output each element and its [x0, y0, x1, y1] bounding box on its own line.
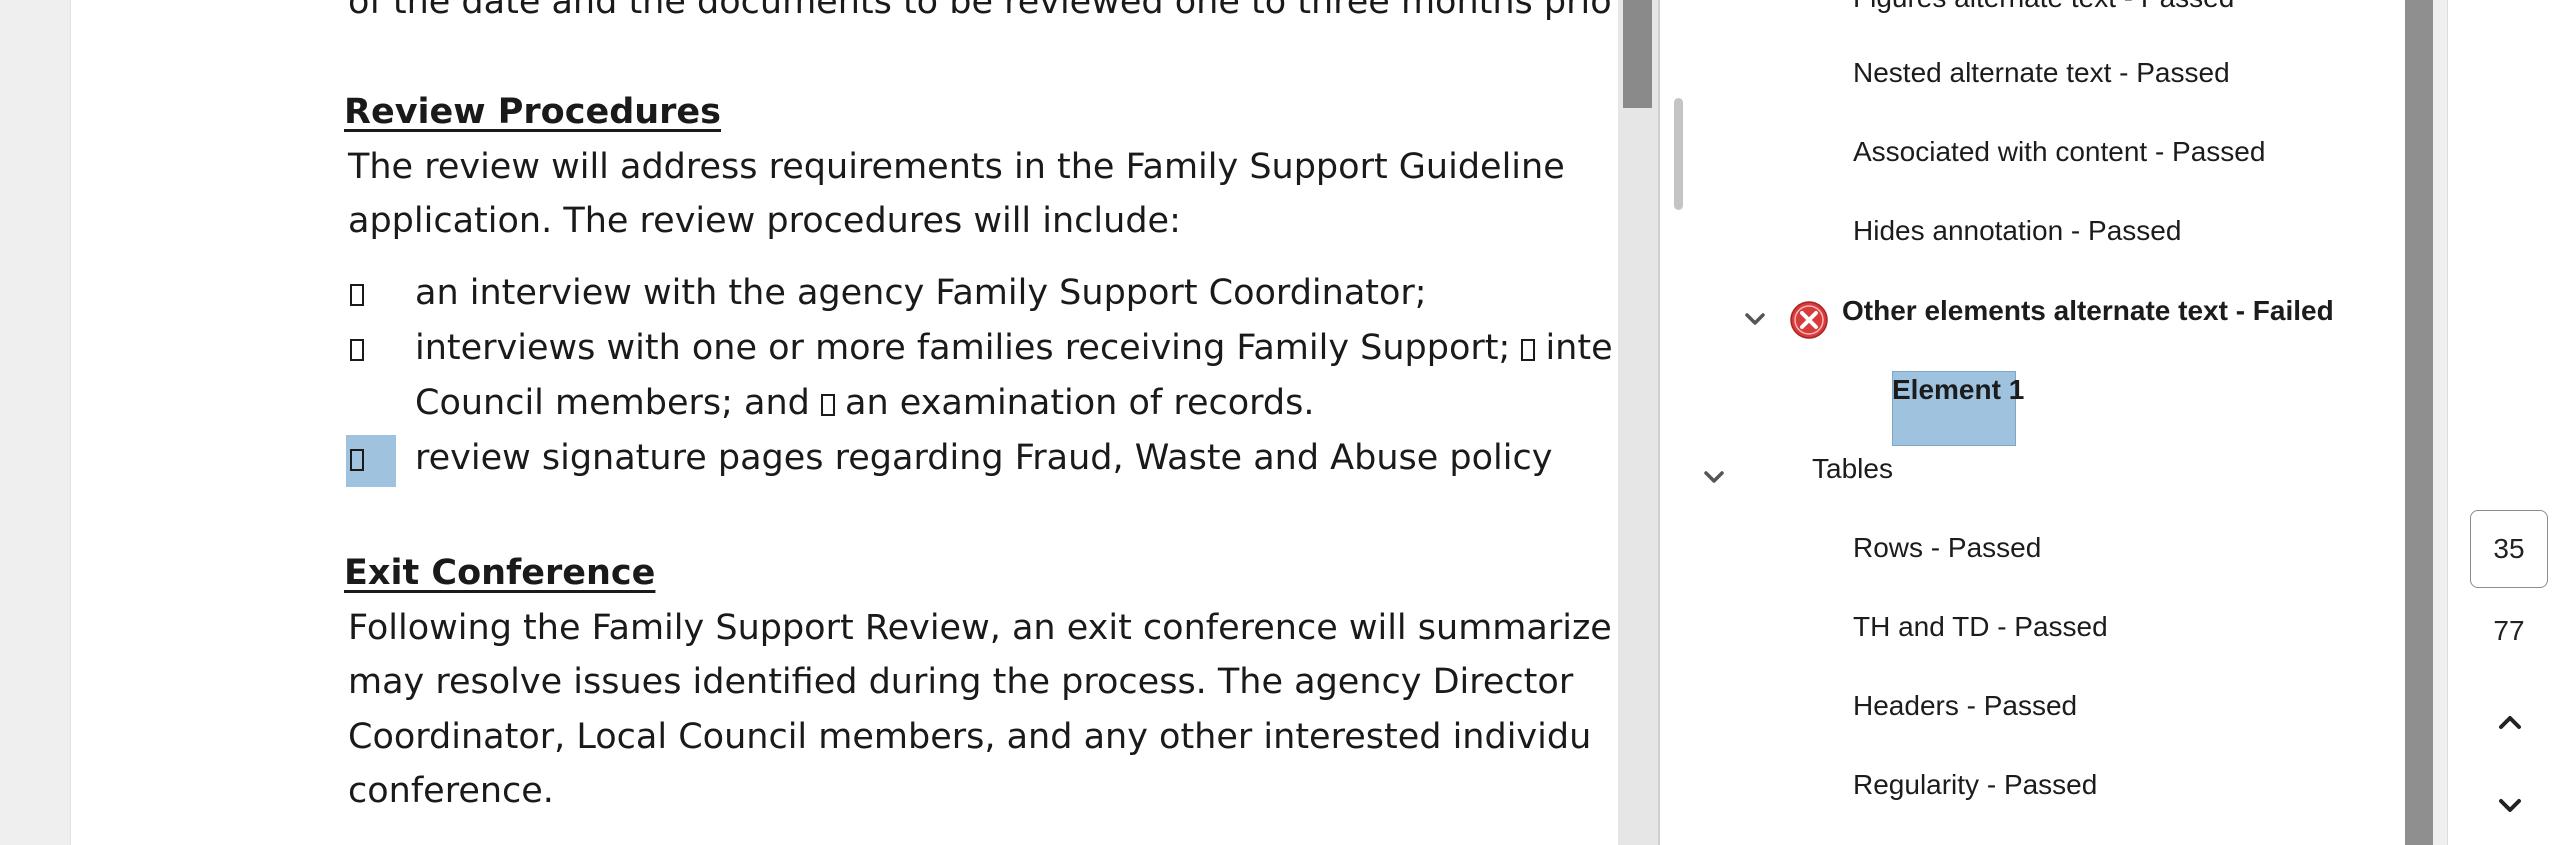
bullet-item-2-line-1: interviews with one or more families rec… [415, 328, 1613, 368]
total-pages-label: 77 [2493, 615, 2525, 646]
bullet-item-3: review signature pages regarding Fraud, … [415, 438, 1553, 478]
bullet-glyph [350, 449, 364, 475]
document-scrollbar-thumb[interactable] [1623, 0, 1652, 108]
review-para-line-2: application. The review procedures will … [348, 201, 1181, 241]
next-page-icon[interactable] [2496, 792, 2524, 820]
tree-item-th-and-td[interactable]: TH and TD - Passed [1853, 611, 2108, 643]
panel-scrollbar-track[interactable] [2405, 0, 2433, 845]
chevron-down-icon[interactable] [1742, 306, 1768, 332]
tree-item-rows[interactable]: Rows - Passed [1853, 532, 2041, 564]
current-page-input[interactable]: 35 [2470, 510, 2548, 588]
document-gutter [0, 0, 70, 845]
exit-para-line-4: conference. [348, 771, 554, 811]
bullet-item-1: an interview with the agency Family Supp… [415, 273, 1427, 313]
bullet-glyph [350, 339, 364, 365]
chevron-down-icon[interactable] [1701, 464, 1727, 490]
bullet-glyph [821, 394, 836, 416]
failed-status-icon [1790, 301, 1828, 339]
tree-item-associated-with-content[interactable]: Associated with content - Passed [1853, 136, 2265, 168]
tree-item-other-elements-alt-text[interactable]: Other elements alternate text - Failed [1842, 295, 2334, 327]
exit-para-line-3: Coordinator, Local Council members, and … [348, 717, 1592, 757]
tree-item-tables[interactable]: Tables [1812, 453, 1893, 485]
bullet-item-2-line-2: Council members; and an examination of r… [415, 383, 1315, 423]
exit-para-line-2: may resolve issues identified during the… [348, 662, 1574, 702]
tree-item-regularity[interactable]: Regularity - Passed [1853, 769, 2097, 801]
tree-item-nested-alt-text[interactable]: Nested alternate text - Passed [1853, 57, 2230, 89]
document-scrollbar[interactable] [1618, 0, 1658, 845]
bullet-glyph [350, 284, 364, 310]
doc-top-line: of the date and the documents to be revi… [348, 0, 1612, 22]
exit-para-line-1: Following the Family Support Review, an … [348, 608, 1612, 648]
previous-page-icon[interactable] [2496, 708, 2524, 736]
tree-item-figures-alt-text[interactable]: Figures alternate text - Passed [1853, 0, 2234, 14]
review-procedures-heading: Review Procedures [344, 92, 722, 132]
tree-item-headers[interactable]: Headers - Passed [1853, 690, 2077, 722]
review-para-line-1: The review will address requirements in … [348, 147, 1565, 187]
exit-conference-heading: Exit Conference [344, 553, 656, 593]
tree-item-hides-annotation[interactable]: Hides annotation - Passed [1853, 215, 2181, 247]
tree-item-element-1[interactable]: Element 1 [1892, 374, 2024, 406]
bullet-glyph [1521, 339, 1536, 361]
panel-scrollbar-thumb[interactable] [1674, 98, 1683, 210]
rail-gap [2433, 0, 2447, 845]
